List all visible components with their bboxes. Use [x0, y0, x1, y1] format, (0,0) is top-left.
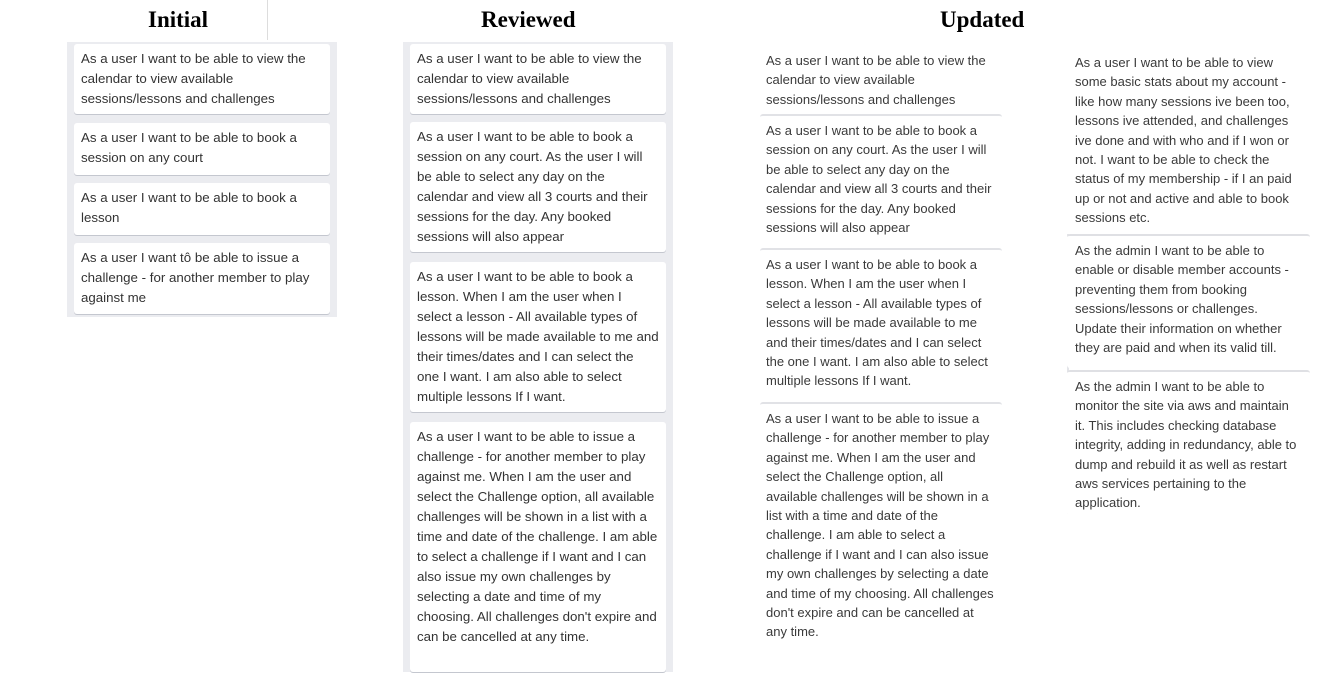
card[interactable]: As a user I want to be able to view the …	[760, 46, 1002, 114]
initial-list: As a user I want to be able to view the …	[67, 42, 337, 317]
card[interactable]: As a user I want to be able to book a le…	[410, 262, 666, 412]
card[interactable]: As a user I want to be able to issue a c…	[760, 402, 1002, 652]
heading-reviewed: Reviewed	[481, 7, 576, 32]
heading-divider	[267, 0, 268, 40]
updated-list-left: As a user I want to be able to view the …	[760, 44, 1002, 654]
card[interactable]: As a user I want to be able to book a se…	[760, 114, 1002, 248]
card[interactable]: As a user I want tô be able to issue a c…	[74, 243, 330, 314]
reviewed-list: As a user I want to be able to view the …	[403, 42, 673, 672]
card[interactable]: As a user I want to be able to view the …	[74, 44, 330, 114]
card[interactable]: As a user I want to be able to issue a c…	[410, 422, 666, 672]
card[interactable]: As a user I want to be able to view some…	[1067, 48, 1310, 230]
card[interactable]: As a user I want to be able to book a se…	[410, 122, 666, 252]
heading-updated: Updated	[940, 7, 1025, 32]
card[interactable]: As a user I want to be able to view the …	[410, 44, 666, 114]
card[interactable]: As the admin I want to be able to monito…	[1067, 370, 1310, 516]
updated-list-right: As a user I want to be able to view some…	[1067, 46, 1310, 516]
card[interactable]: As a user I want to be able to book a se…	[74, 123, 330, 175]
card[interactable]: As a user I want to be able to book a le…	[760, 248, 1002, 402]
heading-initial: Initial	[148, 7, 209, 32]
card[interactable]: As the admin I want to be able to enable…	[1067, 234, 1310, 368]
card[interactable]: As a user I want to be able to book a le…	[74, 183, 330, 235]
